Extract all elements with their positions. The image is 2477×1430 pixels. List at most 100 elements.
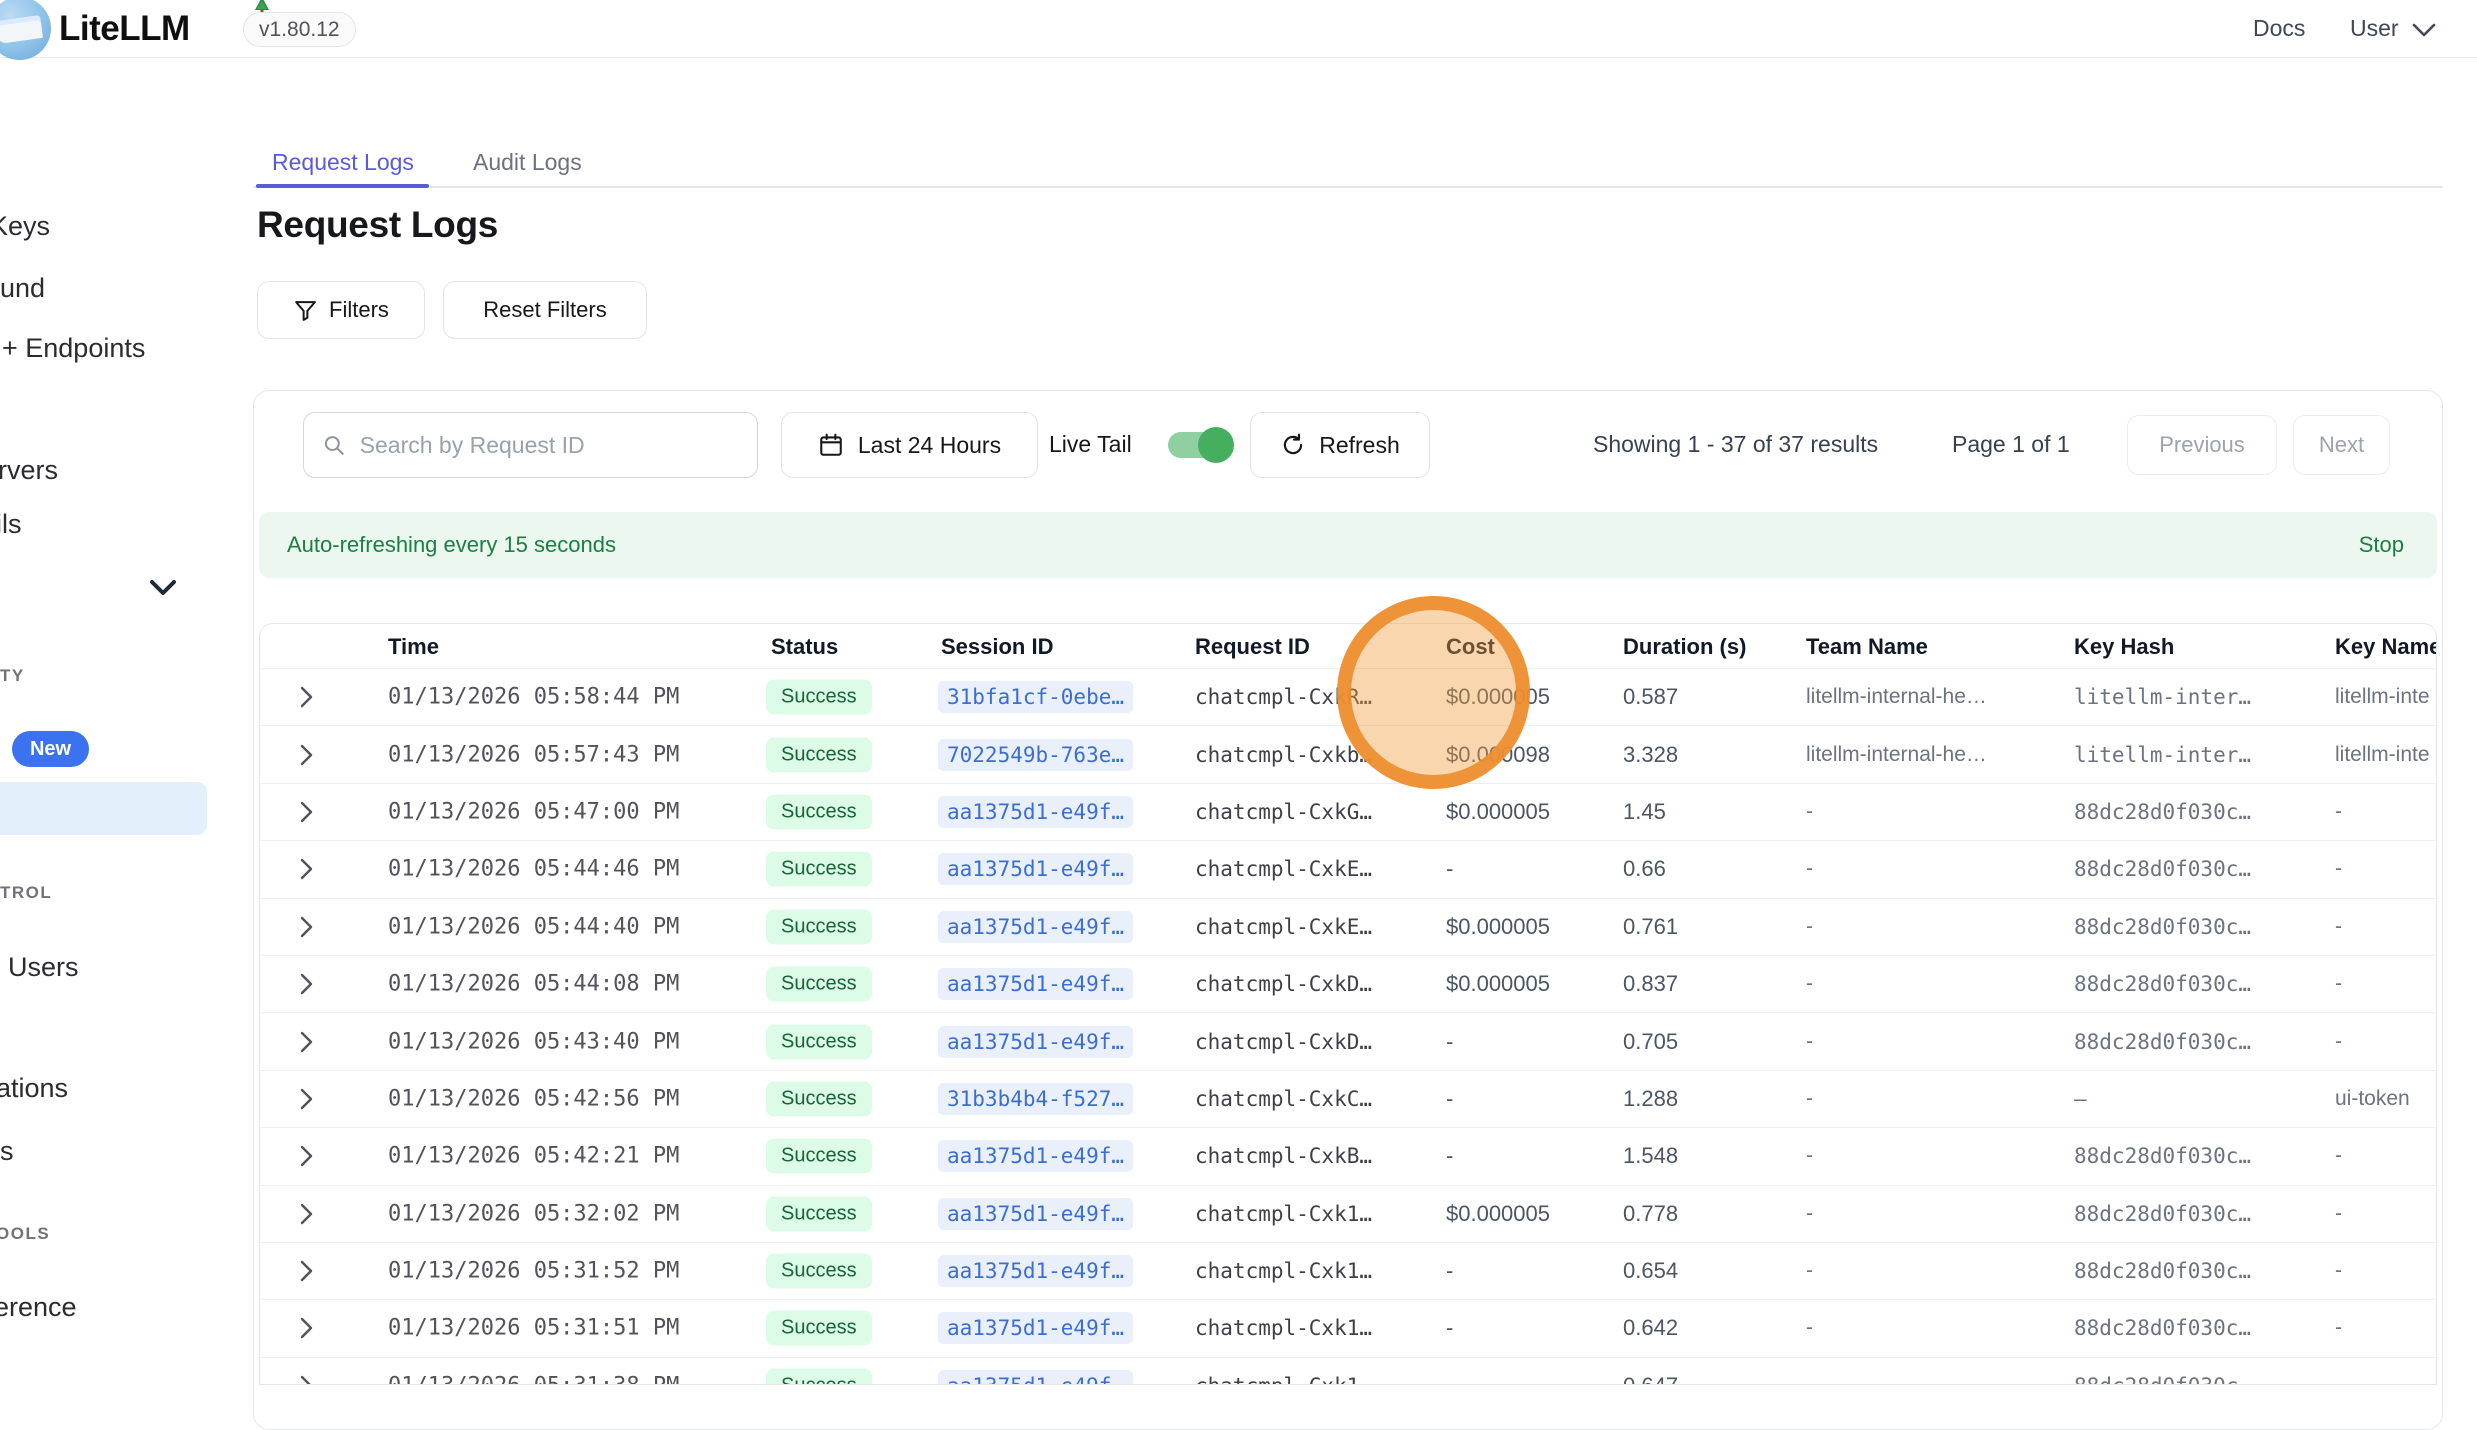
cell-key-hash: 88dc28d0f030c…: [2074, 857, 2251, 881]
sidebar-item-models-endpoints[interactable]: + Endpoints: [2, 333, 145, 364]
cell-cost: $0.000005: [1446, 684, 1550, 710]
status-badge: Success: [766, 680, 872, 715]
expand-row-icon[interactable]: [298, 914, 315, 940]
table-row[interactable]: 01/13/2026 05:42:21 PM Success aa1375d1-…: [260, 1127, 2436, 1184]
table-row[interactable]: 01/13/2026 05:32:02 PM Success aa1375d1-…: [260, 1185, 2436, 1242]
expand-row-icon[interactable]: [298, 856, 315, 882]
search-input[interactable]: [360, 432, 739, 459]
expand-row-icon[interactable]: [298, 1201, 315, 1227]
session-id-link[interactable]: aa1375d1-e49f…: [938, 1026, 1133, 1058]
cell-key-hash: –: [2074, 1087, 2087, 1111]
cell-duration: 1.548: [1623, 1143, 1678, 1169]
table-row[interactable]: 01/13/2026 05:31:52 PM Success aa1375d1-…: [260, 1242, 2436, 1299]
col-cost: Cost: [1446, 634, 1495, 660]
status-badge-wrap: Success: [766, 909, 872, 944]
table-row[interactable]: 01/13/2026 05:47:00 PM Success aa1375d1-…: [260, 783, 2436, 840]
session-id-link[interactable]: aa1375d1-e49f…: [938, 968, 1133, 1000]
search-box[interactable]: [303, 412, 758, 478]
cell-time: 01/13/2026 05:57:43 PM: [388, 742, 679, 767]
cell-request-id: chatcmpl-Cxkb…: [1195, 743, 1372, 767]
sidebar-item-servers[interactable]: rvers: [0, 455, 58, 486]
expand-row-icon[interactable]: [298, 684, 315, 710]
next-page-button[interactable]: Next: [2293, 415, 2390, 475]
expand-row-icon[interactable]: [298, 742, 315, 768]
page-indicator: Page 1 of 1: [1952, 431, 2070, 458]
table-row[interactable]: 01/13/2026 05:42:56 PM Success 31b3b4b4-…: [260, 1070, 2436, 1127]
sidebar-collapse-chevron-icon[interactable]: [148, 578, 178, 598]
table-row[interactable]: 01/13/2026 05:43:40 PM Success aa1375d1-…: [260, 1012, 2436, 1069]
stop-auto-refresh-link[interactable]: Stop: [2359, 532, 2404, 558]
status-badge-wrap: Success: [766, 1024, 872, 1059]
tab-request-logs[interactable]: Request Logs: [272, 149, 414, 176]
table-row[interactable]: 01/13/2026 05:31:38 PM Success aa1375d1-…: [260, 1357, 2436, 1385]
request-logs-table: Time Status Session ID Request ID Cost D…: [259, 623, 2437, 1385]
session-id-link[interactable]: aa1375d1-e49f…: [938, 1312, 1133, 1344]
cell-team-name: -: [1806, 1374, 1813, 1385]
session-id-link[interactable]: aa1375d1-e49f…: [938, 796, 1133, 828]
expand-row-icon[interactable]: [298, 799, 315, 825]
expand-row-icon[interactable]: [298, 1086, 315, 1112]
session-id-link[interactable]: aa1375d1-e49f…: [938, 1255, 1133, 1287]
session-id-link[interactable]: aa1375d1-e49f…: [938, 853, 1133, 885]
session-id-link[interactable]: 31b3b4b4-f527…: [938, 1083, 1133, 1115]
cell-key-hash: 88dc28d0f030c…: [2074, 800, 2251, 824]
status-badge: Success: [766, 1311, 872, 1346]
toggle-knob: [1198, 427, 1234, 463]
nav-user-menu[interactable]: User: [2350, 15, 2399, 42]
expand-row-icon[interactable]: [298, 1373, 315, 1385]
table-row[interactable]: 01/13/2026 05:44:08 PM Success aa1375d1-…: [260, 955, 2436, 1012]
sidebar-item-users[interactable]: Users: [8, 952, 79, 983]
expand-row-icon[interactable]: [298, 1143, 315, 1169]
cell-cost: $0.000005: [1446, 799, 1550, 825]
sidebar-item-guardrails[interactable]: ils: [0, 509, 22, 540]
auto-refresh-message: Auto-refreshing every 15 seconds: [287, 532, 616, 558]
session-id-link[interactable]: aa1375d1-e49f…: [938, 1370, 1133, 1385]
cell-time: 01/13/2026 05:42:56 PM: [388, 1086, 679, 1111]
table-row[interactable]: 01/13/2026 05:58:44 PM Success 31bfa1cf-…: [260, 668, 2436, 725]
tab-audit-logs[interactable]: Audit Logs: [473, 149, 582, 176]
previous-page-button[interactable]: Previous: [2127, 415, 2277, 475]
new-badge: New: [12, 731, 89, 767]
live-tail-toggle[interactable]: [1168, 432, 1232, 458]
cell-team-name: -: [1806, 1087, 1813, 1111]
filters-button[interactable]: Filters: [257, 281, 425, 339]
expand-row-icon[interactable]: [298, 1258, 315, 1284]
chevron-down-icon[interactable]: [2411, 22, 2437, 38]
table-row[interactable]: 01/13/2026 05:57:43 PM Success 7022549b-…: [260, 725, 2436, 782]
reset-filters-button[interactable]: Reset Filters: [443, 281, 647, 339]
cell-duration: 0.761: [1623, 914, 1678, 940]
status-badge-wrap: Success: [766, 794, 872, 829]
cell-duration: 3.328: [1623, 742, 1678, 768]
cell-time: 01/13/2026 05:31:38 PM: [388, 1373, 679, 1385]
table-body: 01/13/2026 05:58:44 PM Success 31bfa1cf-…: [260, 668, 2436, 1385]
cell-key-hash: 88dc28d0f030c…: [2074, 1259, 2251, 1283]
sidebar-item-virtual-keys[interactable]: Keys: [0, 211, 50, 242]
col-status: Status: [771, 634, 838, 660]
nav-docs-link[interactable]: Docs: [2253, 15, 2305, 42]
expand-row-icon[interactable]: [298, 1315, 315, 1341]
table-row[interactable]: 01/13/2026 05:44:46 PM Success aa1375d1-…: [260, 840, 2436, 897]
sidebar-item-reference[interactable]: erence: [0, 1292, 77, 1323]
session-id-link[interactable]: aa1375d1-e49f…: [938, 1140, 1133, 1172]
sidebar-item-teams[interactable]: s: [0, 1136, 14, 1167]
cell-duration: 0.837: [1623, 971, 1678, 997]
refresh-button[interactable]: Refresh: [1250, 412, 1430, 478]
session-id-link[interactable]: 31bfa1cf-0ebe…: [938, 681, 1133, 713]
expand-row-icon[interactable]: [298, 971, 315, 997]
cell-duration: 0.778: [1623, 1201, 1678, 1227]
session-id-link[interactable]: 7022549b-763e…: [938, 739, 1133, 771]
cell-team-name: -: [1806, 857, 1813, 881]
table-row[interactable]: 01/13/2026 05:31:51 PM Success aa1375d1-…: [260, 1299, 2436, 1356]
sidebar-item-playground[interactable]: und: [0, 273, 45, 304]
cell-team-name: -: [1806, 1202, 1813, 1226]
table-row[interactable]: 01/13/2026 05:44:40 PM Success aa1375d1-…: [260, 898, 2436, 955]
sidebar-item-organizations[interactable]: ations: [0, 1073, 68, 1104]
sidebar-item-logs-selected[interactable]: [0, 782, 207, 835]
expand-row-icon[interactable]: [298, 1029, 315, 1055]
status-badge-wrap: Success: [766, 852, 872, 887]
session-id-link[interactable]: aa1375d1-e49f…: [938, 1198, 1133, 1230]
session-id-link[interactable]: aa1375d1-e49f…: [938, 911, 1133, 943]
active-tab-underline: [256, 184, 429, 188]
time-range-button[interactable]: Last 24 Hours: [781, 412, 1038, 478]
cell-team-name: litellm-internal-he…: [1806, 743, 1987, 767]
